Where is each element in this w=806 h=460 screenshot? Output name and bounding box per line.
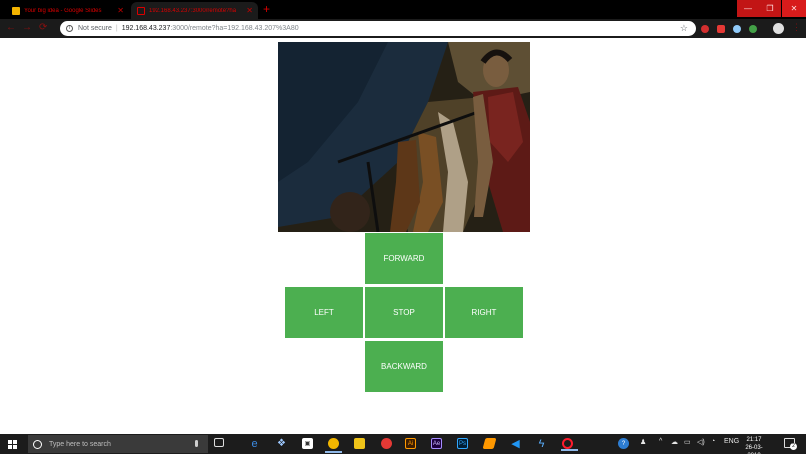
url-host: 192.168.43.237 [121,25,171,32]
bolt-icon[interactable]: ϟ [536,438,547,450]
extension-green-icon[interactable] [749,25,757,33]
maximize-button[interactable]: ❐ [759,0,781,17]
cloud-icon[interactable]: ☁ [671,438,678,446]
action-center-icon[interactable]: 2 [784,438,797,450]
backward-button[interactable]: BACKWARD [365,341,443,392]
bookmark-star-icon[interactable]: ☆ [680,23,688,34]
paint-icon[interactable] [381,438,392,449]
store-icon[interactable]: ▣ [302,438,313,449]
left-button[interactable]: LEFT [285,287,363,338]
forward-button[interactable]: FORWARD [365,233,443,284]
taskbar-search-box[interactable]: Type here to search [28,435,208,453]
tab-close-icon[interactable]: ✕ [246,6,253,15]
chevron-up-icon[interactable]: ^ [659,438,662,445]
extension-red-icon[interactable] [701,25,709,33]
camera-video-feed [278,42,530,232]
security-label: Not secure [78,25,112,32]
microphone-icon[interactable] [195,440,198,447]
volume-icon[interactable]: ◁) [697,438,705,446]
info-icon[interactable]: i [66,25,73,32]
cortana-icon[interactable] [33,439,42,449]
slides-icon [12,6,20,15]
address-separator: | [115,25,118,32]
windows-start-icon[interactable] [8,440,17,449]
extension-blue-icon[interactable] [733,25,741,33]
new-tab-button[interactable]: + [263,3,270,15]
profile-avatar[interactable] [773,23,784,34]
clock-time: 21:17 [746,437,762,443]
minimize-button[interactable]: — [737,0,759,17]
vscode-icon[interactable]: ◀ [510,438,521,450]
sublime-icon[interactable] [482,438,497,449]
search-placeholder: Type here to search [49,440,111,448]
after-effects-icon[interactable]: Ae [431,438,442,449]
back-button[interactable]: ← [6,22,16,33]
camera-frame [278,42,530,232]
battery-icon[interactable]: ▭ [684,438,691,446]
notification-count: 2 [790,443,797,450]
tab-google-slides[interactable]: Your big idea - Google Slides ✕ [6,2,129,19]
tab-title: Your big idea - Google Slides [24,7,102,14]
browser-menu-icon[interactable]: ⋮ [792,22,801,33]
chrome-icon[interactable] [325,438,342,453]
tab-title: 192.168.43.237:3000/remote?ha [149,7,237,14]
wifi-icon[interactable]: ◔ [711,438,715,445]
help-icon[interactable]: ? [618,438,629,449]
stop-button[interactable]: STOP [365,287,443,338]
opera-icon[interactable] [561,438,578,451]
clock-date: 26-03-2019 [745,445,763,459]
tab-remote[interactable]: 192.168.43.237:3000/remote?ha ✕ [131,2,258,19]
right-button[interactable]: RIGHT [445,287,523,338]
photoshop-icon[interactable]: Ps [457,438,468,449]
windows-taskbar: Type here to search e ❖ ▣ Ai Ae Ps ◀ ϟ ?… [0,434,806,459]
tab-close-icon[interactable]: ✕ [117,6,124,15]
address-bar[interactable]: i Not secure | 192.168.43.237 :3000/remo… [60,21,696,36]
file-explorer-icon[interactable] [354,438,365,449]
edge-icon[interactable]: e [249,438,260,450]
forward-nav-button[interactable]: → [22,22,32,33]
language-indicator[interactable]: ENG [724,438,739,445]
page-icon [137,6,145,15]
dropbox-icon[interactable]: ❖ [276,438,287,449]
browser-toolbar: ← → ⟳ i Not secure | 192.168.43.237 :300… [0,19,806,38]
taskbar-clock[interactable]: 21:17 26-03-2019 [740,436,768,460]
url-path: :3000/remote?ha=192.168.43.207%3A80 [170,25,299,32]
task-view-icon[interactable] [214,438,224,447]
people-icon[interactable]: ♟ [640,438,646,446]
close-window-button[interactable]: ✕ [782,0,806,17]
reload-button[interactable]: ⟳ [39,22,47,33]
illustrator-icon[interactable]: Ai [405,438,416,449]
browser-tab-strip: Your big idea - Google Slides ✕ 192.168.… [0,0,806,19]
pocket-icon[interactable] [717,25,725,33]
